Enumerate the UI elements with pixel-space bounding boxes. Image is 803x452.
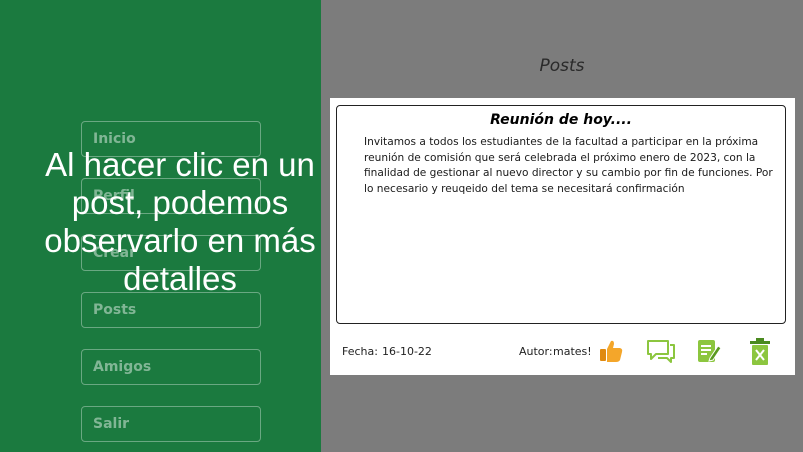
post-content-box: Reunión de hoy.... Invitamos a todos los… [336, 105, 786, 324]
author-label: Autor: [519, 345, 553, 358]
overlay-caption: Al hacer clic en un post, podemos observ… [44, 146, 316, 297]
thumbs-up-icon[interactable] [598, 338, 624, 364]
main-panel: Posts Reunión de hoy.... Invitamos a tod… [321, 0, 803, 452]
date-value: 16-10-22 [382, 345, 432, 358]
sidebar-item-salir[interactable]: Salir [81, 406, 261, 442]
date-label: Fecha: [342, 345, 378, 358]
post-title: Reunión de hoy.... [490, 112, 632, 128]
page-title: Posts [539, 56, 585, 76]
post-detail-card: Reunión de hoy.... Invitamos a todos los… [330, 98, 795, 375]
post-body: Invitamos a todos los estudiantes de la … [364, 136, 773, 195]
trash-icon[interactable] [748, 338, 772, 366]
edit-icon[interactable] [696, 338, 722, 364]
sidebar-item-amigos[interactable]: Amigos [81, 349, 261, 385]
comment-icon[interactable] [646, 338, 676, 364]
author-value: mates! [553, 345, 592, 358]
